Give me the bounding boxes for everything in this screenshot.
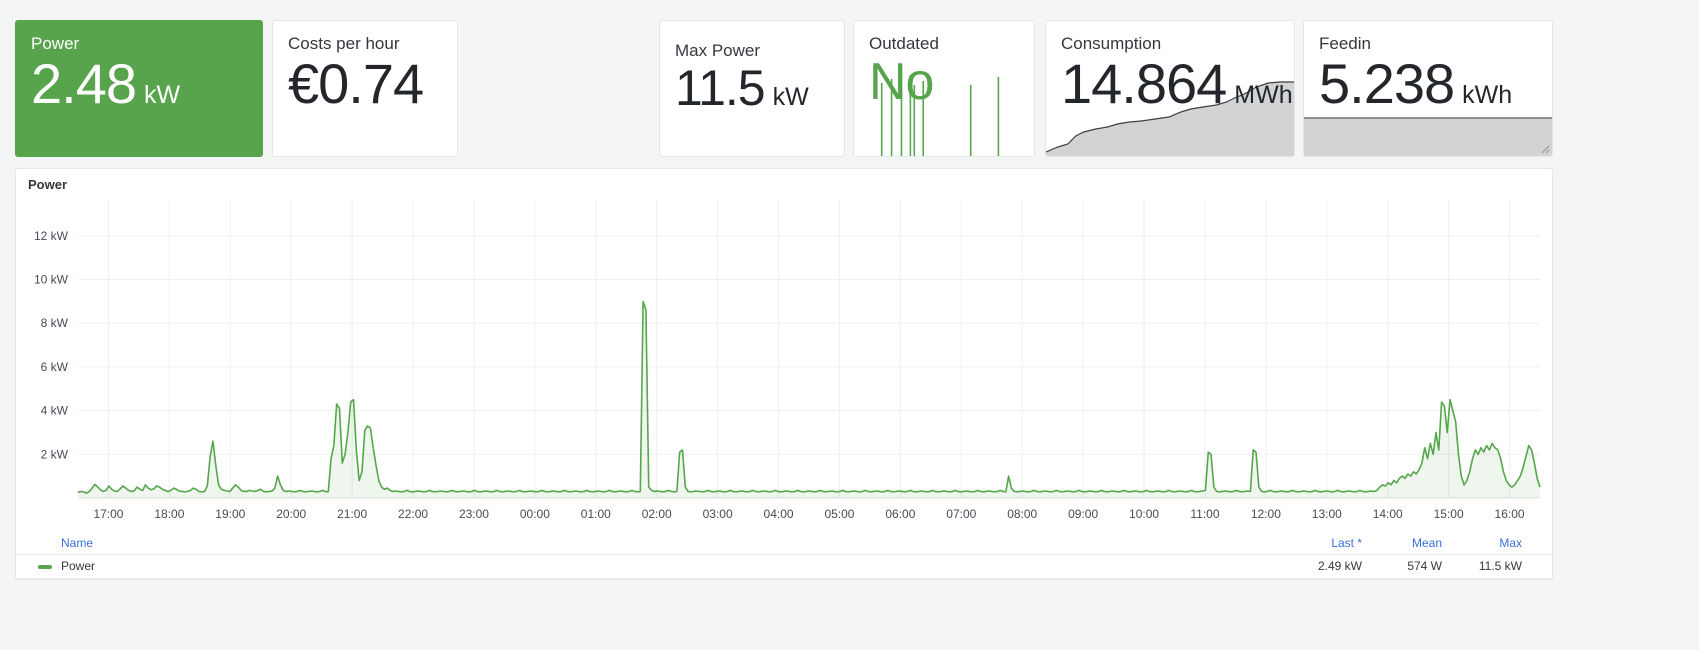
svg-text:20:00: 20:00: [276, 507, 306, 521]
svg-text:04:00: 04:00: [764, 507, 794, 521]
panel-title: Power: [28, 177, 68, 192]
stat-value-costs-per-hour: €0.74: [273, 55, 457, 114]
legend-table: Name Last * Mean Max Power 2.49 kW 574 W: [16, 533, 1552, 579]
stat-number-consumption: 14.864: [1061, 52, 1227, 116]
legend-series-label: Power: [61, 559, 96, 573]
stat-panel-outdated[interactable]: Outdated No: [853, 20, 1035, 157]
svg-text:19:00: 19:00: [215, 507, 245, 521]
sparkline-feedin: [1304, 116, 1552, 156]
svg-text:12:00: 12:00: [1251, 507, 1281, 521]
svg-text:4 kW: 4 kW: [41, 404, 69, 418]
svg-text:16:00: 16:00: [1495, 507, 1525, 521]
svg-text:17:00: 17:00: [93, 507, 123, 521]
svg-text:09:00: 09:00: [1068, 507, 1098, 521]
stat-panel-max-power[interactable]: Max Power 11.5 kW: [659, 20, 845, 157]
legend-sort-mean[interactable]: Mean: [1362, 533, 1442, 555]
legend-sort-name[interactable]: Name: [16, 533, 1267, 555]
stat-panel-feedin[interactable]: Feedin 5.238 kWh: [1303, 20, 1553, 157]
stat-title-power: Power: [31, 34, 80, 53]
svg-text:15:00: 15:00: [1434, 507, 1464, 521]
stat-number-feedin: 5.238: [1319, 52, 1455, 116]
svg-text:11:00: 11:00: [1190, 507, 1219, 521]
svg-text:6 kW: 6 kW: [41, 360, 69, 374]
svg-text:01:00: 01:00: [581, 507, 611, 521]
svg-text:18:00: 18:00: [154, 507, 184, 521]
legend-pad-cell: [1522, 554, 1552, 579]
stat-unit-max-power: kW: [772, 83, 809, 112]
stat-panel-power[interactable]: Power 2.48 kW: [15, 20, 263, 157]
svg-text:14:00: 14:00: [1373, 507, 1403, 521]
stat-number-max-power: 11.5: [675, 60, 766, 117]
svg-text:05:00: 05:00: [824, 507, 854, 521]
svg-text:22:00: 22:00: [398, 507, 428, 521]
chart-legend: Name Last * Mean Max Power 2.49 kW 574 W: [16, 533, 1552, 579]
svg-text:06:00: 06:00: [885, 507, 915, 521]
stat-number-outdated: No: [869, 53, 934, 112]
grafana-dashboard: Power 2.48 kW Costs per hour €0.74 Max P…: [0, 0, 1568, 650]
stat-value-outdated: No: [854, 55, 1034, 110]
svg-text:03:00: 03:00: [703, 507, 733, 521]
svg-text:08:00: 08:00: [1007, 507, 1037, 521]
stat-title-feedin: Feedin: [1319, 34, 1371, 53]
legend-sort-last[interactable]: Last *: [1267, 533, 1362, 555]
stat-panel-consumption[interactable]: Consumption 14.864 MWh: [1045, 20, 1295, 157]
stat-title-costs-per-hour: Costs per hour: [288, 34, 400, 53]
svg-text:02:00: 02:00: [642, 507, 672, 521]
svg-text:10 kW: 10 kW: [34, 273, 69, 287]
legend-series-name-cell[interactable]: Power: [16, 554, 1267, 579]
stat-unit-power: kW: [144, 81, 181, 110]
stat-value-max-power: 11.5 kW: [660, 62, 844, 115]
stat-title-outdated: Outdated: [869, 34, 939, 53]
stat-number-power: 2.48: [31, 52, 137, 116]
stat-number-costs-per-hour: €0.74: [288, 52, 424, 116]
svg-text:13:00: 13:00: [1312, 507, 1342, 521]
legend-sort-max[interactable]: Max: [1442, 533, 1522, 555]
stat-title-consumption: Consumption: [1061, 34, 1162, 53]
svg-text:21:00: 21:00: [337, 507, 367, 521]
stat-value-power: 2.48 kW: [16, 55, 262, 114]
stat-value-feedin: 5.238 kWh: [1304, 55, 1552, 114]
chart-plot-area[interactable]: 2 kW 4 kW 6 kW 8 kW 10 kW 12 kW 17:00 18:00 19:0…: [16, 192, 1554, 542]
legend-row-power[interactable]: Power 2.49 kW 574 W 11.5 kW: [16, 554, 1552, 579]
legend-value-mean: 574 W: [1362, 554, 1442, 579]
svg-text:10:00: 10:00: [1129, 507, 1159, 521]
stat-value-consumption: 14.864 MWh: [1046, 55, 1294, 114]
stat-unit-consumption: MWh: [1234, 81, 1293, 110]
svg-text:8 kW: 8 kW: [41, 316, 69, 330]
svg-text:00:00: 00:00: [520, 507, 550, 521]
power-timeseries-chart: 2 kW 4 kW 6 kW 8 kW 10 kW 12 kW 17:00 18:00 19:0…: [34, 200, 1541, 521]
stat-unit-feedin: kWh: [1462, 81, 1513, 110]
legend-value-last: 2.49 kW: [1267, 554, 1362, 579]
svg-text:07:00: 07:00: [946, 507, 976, 521]
svg-text:12 kW: 12 kW: [34, 229, 69, 243]
svg-text:2 kW: 2 kW: [41, 447, 69, 461]
legend-value-max: 11.5 kW: [1442, 554, 1522, 579]
series-color-swatch-icon: [38, 564, 52, 569]
stat-panel-row: Power 2.48 kW Costs per hour €0.74 Max P…: [0, 0, 1568, 170]
legend-header-row: Name Last * Mean Max: [16, 533, 1552, 555]
timeseries-panel-power[interactable]: Power 2 kW 4 kW 6 kW 8 kW 10 kW 12 kW 17:00 18:…: [15, 168, 1553, 580]
legend-pad: [1522, 533, 1552, 555]
panel-resize-handle[interactable]: [1538, 142, 1550, 154]
stat-title-max-power: Max Power: [675, 41, 761, 60]
stat-panel-costs-per-hour[interactable]: Costs per hour €0.74: [272, 20, 458, 157]
svg-text:23:00: 23:00: [459, 507, 489, 521]
